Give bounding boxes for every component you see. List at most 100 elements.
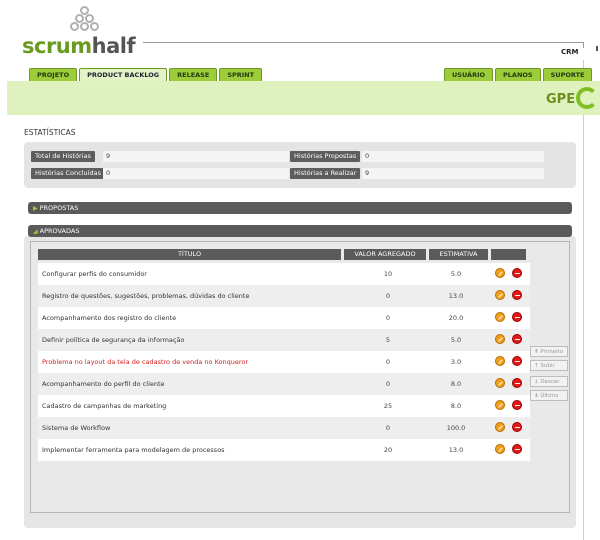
edit-icon[interactable] — [495, 378, 505, 388]
story-title[interactable]: Problema no layout da tela de cadastro d… — [42, 358, 248, 366]
collapse-arrow-icon: ◢ — [33, 228, 38, 235]
stats-title: ESTATÍSTICAS — [24, 128, 76, 137]
story-value: 0 — [385, 380, 391, 388]
tab-suporte[interactable]: SUPORTE — [542, 68, 593, 81]
section-aprovadas-toggle[interactable]: ◢ APROVADAS — [28, 225, 572, 237]
delete-icon[interactable] — [512, 444, 522, 454]
story-title[interactable]: Implementar ferramenta para modelagem de… — [42, 446, 225, 454]
header-divider-tick — [583, 42, 584, 48]
content-right-border — [583, 60, 584, 540]
story-title[interactable]: Configurar perfis do consumidor — [42, 270, 147, 278]
delete-icon[interactable] — [512, 334, 522, 344]
scrumhalf-logo: scrumhalf — [22, 6, 162, 58]
gpe-logo-icon — [576, 87, 598, 109]
story-title[interactable]: Acompanhamento dos registro do cliente — [42, 314, 176, 322]
user-tabs: USUÁRIO PLANOS SUPORTE — [444, 68, 593, 81]
col-header-actions — [491, 249, 526, 260]
edit-icon[interactable] — [495, 334, 505, 344]
total-stories-label: Total de Histórias — [31, 151, 95, 162]
story-estimate: 8.0 — [450, 380, 462, 388]
table-row[interactable]: Problema no layout da tela de cadastro d… — [38, 351, 530, 373]
story-value: 20 — [383, 446, 393, 454]
table-row[interactable]: Definir política de segurança da informa… — [38, 329, 530, 351]
table-row[interactable]: Cadastro de campanhas de marketing 25 8.0 — [38, 395, 530, 417]
main-tabs: PROJETO PRODUCT BACKLOG RELEASE SPRINT — [29, 68, 263, 81]
story-value: 0 — [385, 424, 391, 432]
story-title[interactable]: Acompanhamento do perfil do cliente — [42, 380, 165, 388]
col-header-estimativa[interactable]: ESTIMATIVA — [429, 249, 488, 260]
total-stories-value: 9 — [103, 151, 289, 162]
story-value: 0 — [385, 314, 391, 322]
move-first-button[interactable]: ⇞ Primeiro — [530, 346, 568, 357]
logo-text-half: half — [91, 34, 136, 58]
story-estimate: 5.0 — [450, 336, 462, 344]
tab-usuario[interactable]: USUÁRIO — [444, 68, 494, 81]
table-row[interactable]: Acompanhamento dos registro do cliente 0 2… — [38, 307, 530, 329]
tab-planos[interactable]: PLANOS — [495, 68, 541, 81]
story-value: 5 — [385, 336, 391, 344]
move-last-label: Último — [540, 393, 559, 399]
tab-release[interactable]: RELEASE — [169, 68, 218, 81]
move-last-button[interactable]: ⇟ Último — [530, 390, 568, 401]
completed-stories-label: Histórias Concluídas — [31, 168, 105, 179]
table-row[interactable]: Registro de questões, sugestões, problem… — [38, 285, 530, 307]
story-estimate: 8.0 — [450, 402, 462, 410]
table-row[interactable]: Acompanhamento do perfil do cliente 0 8.0 — [38, 373, 530, 395]
subheader-bar — [7, 81, 600, 115]
table-row[interactable]: Configurar perfis do consumidor 10 5.0 — [38, 263, 530, 285]
move-down-label: Descer — [540, 379, 560, 385]
section-propostas-label: PROPOSTAS — [39, 204, 79, 212]
todo-stories-label: Histórias a Realizar — [290, 168, 361, 179]
expand-arrow-icon: ▶ — [33, 205, 38, 212]
proposed-stories-value: 0 — [362, 151, 544, 162]
window-edge-mark — [596, 46, 598, 51]
table-row[interactable]: Sistema de Workflow 0 100.0 — [38, 417, 530, 439]
delete-icon[interactable] — [512, 268, 522, 278]
move-up-button[interactable]: ↑ Subir — [530, 360, 568, 371]
tab-product-backlog[interactable]: PRODUCT BACKLOG — [79, 68, 168, 81]
story-value: 0 — [385, 358, 391, 366]
story-estimate: 13.0 — [448, 446, 464, 454]
story-value: 0 — [385, 292, 391, 300]
delete-icon[interactable] — [512, 400, 522, 410]
todo-stories-value: 9 — [362, 168, 544, 179]
table-row[interactable]: Implementar ferramenta para modelagem de… — [38, 439, 530, 461]
edit-icon[interactable] — [495, 444, 505, 454]
section-propostas-toggle[interactable]: ▶ PROPOSTAS — [28, 202, 572, 214]
story-estimate: 20.0 — [448, 314, 464, 322]
logo-text-scrum: scrum — [22, 34, 92, 58]
edit-icon[interactable] — [495, 312, 505, 322]
edit-icon[interactable] — [495, 422, 505, 432]
tab-sprint[interactable]: SPRINT — [219, 68, 263, 81]
edit-icon[interactable] — [495, 290, 505, 300]
delete-icon[interactable] — [512, 312, 522, 322]
proposed-stories-label: Histórias Propostas — [290, 151, 361, 162]
stats-panel: Total de Histórias 9 Histórias Propostas… — [24, 142, 576, 188]
col-header-titulo[interactable]: TÍTULO — [38, 249, 341, 260]
story-title[interactable]: Sistema de Workflow — [42, 424, 110, 432]
story-estimate: 100.0 — [446, 424, 466, 432]
project-name: CRM — [561, 48, 579, 56]
move-down-button[interactable]: ↓ Descer — [530, 376, 568, 387]
story-value: 10 — [383, 270, 393, 278]
delete-icon[interactable] — [512, 290, 522, 300]
edit-icon[interactable] — [495, 400, 505, 410]
move-first-label: Primeiro — [540, 349, 564, 355]
tab-projeto[interactable]: PROJETO — [29, 68, 78, 81]
delete-icon[interactable] — [512, 356, 522, 366]
move-up-label: Subir — [540, 363, 555, 369]
col-header-valor[interactable]: VALOR AGREGADO — [344, 249, 426, 260]
story-estimate: 3.0 — [450, 358, 462, 366]
edit-icon[interactable] — [495, 268, 505, 278]
edit-icon[interactable] — [495, 356, 505, 366]
story-value: 25 — [383, 402, 393, 410]
story-title[interactable]: Registro de questões, sugestões, problem… — [42, 292, 249, 300]
section-aprovadas-label: APROVADAS — [39, 227, 80, 235]
story-title[interactable]: Cadastro de campanhas de marketing — [42, 402, 166, 410]
delete-icon[interactable] — [512, 422, 522, 432]
header-divider — [143, 42, 583, 43]
story-estimate: 13.0 — [448, 292, 464, 300]
story-estimate: 5.0 — [450, 270, 462, 278]
story-title[interactable]: Definir política de segurança da informa… — [42, 336, 184, 344]
delete-icon[interactable] — [512, 378, 522, 388]
